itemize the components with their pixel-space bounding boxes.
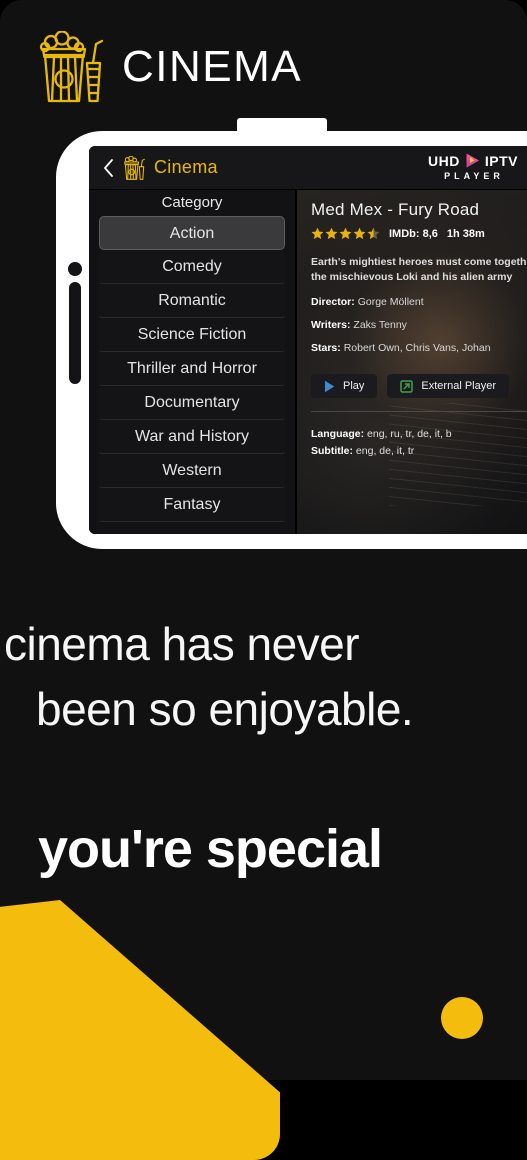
play-button[interactable]: Play [311,374,378,399]
director-label: Director: [311,296,355,309]
language-row: Language: eng, ru, tr, de, it, b [311,426,527,442]
stars-row: Stars: Robert Own, Chris Vans, Johan [311,342,527,354]
category-item-war-and-history[interactable]: War and History [99,420,285,454]
category-item-western[interactable]: Western [99,454,285,488]
app-bar: Cinema UHD IPTV PLAYER [89,146,527,190]
director-row: Director: Gorge Möllent [311,296,527,308]
chevron-left-icon[interactable] [103,158,114,177]
app-screen: Cinema UHD IPTV PLAYER Category Action C… [89,146,527,534]
movie-detail-panel: Med Mex - Fury Road IMDb: 8,6 1h 38m Ear… [297,190,527,534]
tagline-line-1: cinema has never [4,618,360,670]
logo-iptv-text: IPTV [484,152,518,169]
category-item-comedy[interactable]: Comedy [99,250,285,284]
language-value: eng, ru, tr, de, it, b [367,428,452,441]
phone-speaker-slit [69,282,81,384]
play-triangle-icon [325,380,335,393]
popcorn-icon [39,30,104,102]
imdb-rating: IMDb: 8,6 [389,227,438,240]
category-item-science-fiction[interactable]: Science Fiction [99,318,285,352]
yellow-decor-shape [0,900,280,1160]
category-panel: Category Action Comedy Romantic Science … [89,190,297,534]
brand-header: CINEMA [0,0,527,133]
subtitle-value: eng, de, it, tr [355,444,415,457]
language-label: Language: [311,428,365,441]
language-block: Language: eng, ru, tr, de, it, b Subtitl… [311,426,527,459]
star-icon [339,227,352,240]
star-icon-half [367,227,380,240]
star-icon [325,227,338,240]
external-player-button[interactable]: External Player [387,374,509,399]
external-player-label: External Player [421,380,496,393]
star-rating [311,227,380,240]
external-link-icon [400,380,414,393]
category-item-documentary[interactable]: Documentary [99,386,285,420]
rating-row: IMDb: 8,6 1h 38m [311,227,527,240]
divider [311,411,527,413]
app-body: Category Action Comedy Romantic Science … [89,190,527,534]
uhd-iptv-player-logo: UHD IPTV PLAYER [428,152,518,181]
writers-label: Writers: [311,319,351,332]
stars-label: Stars: [311,342,341,355]
headline: you're special [38,819,383,879]
movie-title: Med Mex - Fury Road [311,200,480,219]
logo-player-text: PLAYER [444,171,504,181]
brand-name: CINEMA [122,41,303,91]
writers-value: Zaks Tenny [353,319,407,332]
tagline: cinema has never been so enjoyable. [0,612,527,743]
director-value: Gorge Möllent [357,296,424,309]
category-item-fantasy[interactable]: Fantasy [99,488,285,522]
writers-row: Writers: Zaks Tenny [311,319,527,331]
play-button-label: Play [343,380,365,393]
category-header: Category [161,194,223,211]
phone-notch-tab [237,118,327,134]
subtitle-row: Subtitle: eng, de, it, tr [311,443,527,459]
play-triangle-icon [466,153,479,168]
stars-value: Robert Own, Chris Vans, Johan [343,342,491,355]
synopsis-line-1: Earth's mightiest heroes must come toget… [311,256,527,268]
action-buttons: Play External Player [311,374,527,399]
popcorn-icon [124,155,145,180]
category-item-thriller-and-horror[interactable]: Thriller and Horror [99,352,285,386]
movie-synopsis: Earth's mightiest heroes must come toget… [311,255,527,285]
tagline-line-2: been so enjoyable. [36,683,414,736]
star-icon [311,227,324,240]
category-item-romantic[interactable]: Romantic [99,284,285,318]
subtitle-label: Subtitle: [311,444,353,457]
category-item-action[interactable]: Action [99,216,285,250]
runtime: 1h 38m [446,227,485,240]
logo-uhd-text: UHD [428,152,460,169]
phone-camera-dot [68,262,82,276]
yellow-decor-dot [441,997,483,1039]
star-icon [353,227,366,240]
synopsis-line-2: the mischievous Loki and his alien army [311,271,513,284]
app-title: Cinema [154,157,218,177]
